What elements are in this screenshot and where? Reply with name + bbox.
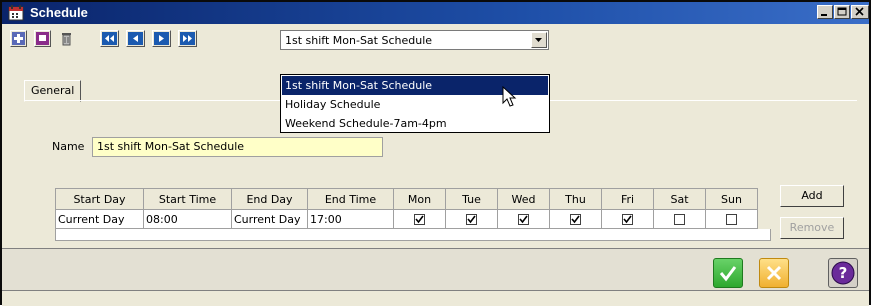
remove-button[interactable]: Remove [780, 217, 844, 239]
end-day-cell[interactable]: Current Day [231, 209, 308, 229]
maximize-icon [837, 7, 847, 16]
column-header[interactable]: Sat [653, 188, 706, 210]
cancel-icon [766, 265, 782, 281]
checkmark-icon [719, 266, 737, 282]
chevron-down-icon [535, 38, 542, 42]
column-header[interactable]: Mon [393, 188, 446, 210]
fri-checkbox[interactable] [622, 214, 633, 225]
schedule-grid: Start Day Start Time End Day End Time Mo… [55, 188, 758, 229]
maximize-button[interactable] [834, 5, 850, 19]
grid-header-row: Start Day Start Time End Day End Time Mo… [55, 188, 758, 210]
start-day-cell[interactable]: Current Day [55, 209, 144, 229]
save-record-icon [36, 32, 49, 45]
tab-general[interactable]: General [24, 80, 82, 102]
mon-checkbox[interactable] [414, 214, 425, 225]
delete-record-button[interactable] [58, 30, 75, 47]
schedule-select[interactable]: 1st shift Mon-Sat Schedule [280, 30, 549, 50]
save-record-button[interactable] [34, 30, 51, 47]
name-label: Name [52, 140, 85, 153]
last-record-icon [180, 32, 195, 45]
table-row[interactable]: Current Day 08:00 Current Day 17:00 [55, 209, 758, 229]
schedule-app-icon [8, 5, 24, 21]
checkmark-icon [519, 215, 528, 224]
last-record-button[interactable] [178, 30, 197, 47]
thu-checkbox[interactable] [570, 214, 581, 225]
next-record-button[interactable] [152, 30, 171, 47]
add-record-button[interactable] [10, 30, 27, 47]
previous-record-button[interactable] [126, 30, 145, 47]
column-header[interactable]: Tue [445, 188, 498, 210]
end-time-cell[interactable]: 17:00 [307, 209, 394, 229]
first-record-button[interactable] [100, 30, 119, 47]
dropdown-option[interactable]: Weekend Schedule-7am-4pm [282, 114, 548, 133]
status-strip [2, 290, 869, 306]
add-button[interactable]: Add [780, 185, 844, 207]
column-header[interactable]: Sun [705, 188, 758, 210]
sat-checkbox[interactable] [674, 214, 685, 225]
help-icon: ? [831, 261, 855, 285]
start-time-cell[interactable]: 08:00 [143, 209, 232, 229]
checkmark-icon [571, 215, 580, 224]
column-header[interactable]: End Day [231, 188, 308, 210]
add-record-icon [12, 32, 25, 45]
title-bar[interactable]: Schedule [2, 2, 869, 24]
mouse-cursor-icon [502, 86, 517, 107]
checkmark-icon [467, 215, 476, 224]
ok-button[interactable] [713, 258, 743, 288]
help-glyph: ? [839, 264, 848, 282]
first-record-icon [102, 32, 117, 45]
schedule-window: Schedule 1st shift Mon-Sat Schedule Gene… [0, 0, 871, 306]
help-button[interactable]: ? [828, 258, 858, 288]
checkmark-icon [623, 215, 632, 224]
close-icon [855, 7, 864, 16]
grid-empty-area[interactable] [55, 229, 771, 241]
window-title: Schedule [30, 5, 88, 20]
column-header[interactable]: Thu [549, 188, 602, 210]
delete-record-icon [62, 33, 71, 46]
column-header[interactable]: End Time [307, 188, 394, 210]
column-header[interactable]: Start Day [55, 188, 144, 210]
select-dropdown-button[interactable] [531, 32, 547, 48]
column-header[interactable]: Fri [601, 188, 654, 210]
tue-checkbox[interactable] [466, 214, 477, 225]
column-header[interactable]: Wed [497, 188, 550, 210]
sun-checkbox[interactable] [726, 214, 737, 225]
column-header[interactable]: Start Time [143, 188, 232, 210]
previous-record-icon [128, 32, 143, 45]
minimize-button[interactable] [817, 5, 833, 19]
cancel-button[interactable] [759, 258, 789, 288]
wed-checkbox[interactable] [518, 214, 529, 225]
minimize-icon [821, 14, 827, 16]
checkmark-icon [415, 215, 424, 224]
name-field[interactable]: 1st shift Mon-Sat Schedule [92, 137, 383, 157]
schedule-select-value: 1st shift Mon-Sat Schedule [285, 34, 433, 47]
next-record-icon [154, 32, 169, 45]
close-button[interactable] [851, 5, 869, 19]
